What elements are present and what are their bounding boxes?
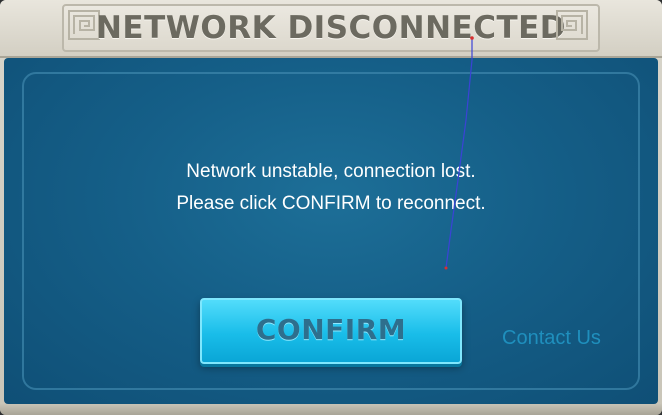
message-line-2: Please click CONFIRM to reconnect. xyxy=(176,193,486,214)
dialog-message: Network unstable, connection lost. Pleas… xyxy=(4,156,658,220)
network-disconnected-dialog: NETWORK DISCONNECTED Network unstable, c… xyxy=(0,0,662,415)
message-line-1: Network unstable, connection lost. xyxy=(186,161,476,182)
contact-us-link[interactable]: Contact Us xyxy=(502,327,601,350)
dialog-content-panel: Network unstable, connection lost. Pleas… xyxy=(4,58,658,404)
confirm-button-label: CONFIRM xyxy=(255,313,407,346)
dialog-header: NETWORK DISCONNECTED xyxy=(0,0,662,58)
dialog-bottom-border xyxy=(0,404,662,415)
greek-key-ornament-icon xyxy=(556,10,588,40)
confirm-button[interactable]: CONFIRM xyxy=(200,298,462,364)
